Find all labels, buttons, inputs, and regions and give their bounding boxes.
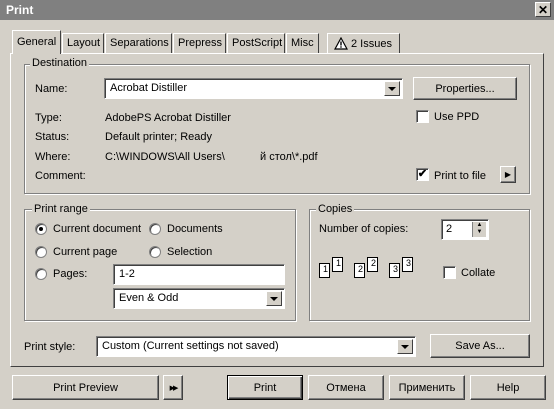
- expand-preview-button[interactable]: ▶▶: [163, 375, 183, 400]
- print-style-label: Print style:: [24, 341, 76, 353]
- chevron-down-icon[interactable]: [397, 339, 413, 354]
- printer-name-value: Acrobat Distiller: [110, 82, 188, 94]
- spinner-arrows-icon[interactable]: ▲ ▼: [472, 222, 486, 237]
- page-icon: 3: [389, 263, 400, 278]
- tab-label: Misc: [291, 37, 314, 49]
- documents-label: Documents: [167, 223, 223, 235]
- chevron-down-icon[interactable]: [266, 291, 282, 306]
- print-to-file-options-button[interactable]: ▶: [500, 166, 516, 183]
- pages-input[interactable]: 1-2: [113, 264, 285, 285]
- cancel-button[interactable]: Отмена: [308, 375, 384, 400]
- tab-general[interactable]: General: [12, 30, 61, 54]
- print-range-legend: Print range: [32, 203, 90, 215]
- print-button[interactable]: Print: [227, 375, 303, 400]
- current-document-radio[interactable]: [35, 223, 47, 235]
- print-style-value: Custom (Current settings not saved): [102, 340, 279, 352]
- page-icon: 1: [319, 263, 330, 278]
- current-page-label: Current page: [53, 246, 118, 258]
- status-value: Default printer; Ready: [105, 131, 212, 143]
- use-ppd-checkbox[interactable]: [416, 110, 429, 123]
- tab-prepress[interactable]: Prepress: [173, 33, 226, 53]
- close-icon: ✕: [537, 2, 549, 17]
- copies-spinner[interactable]: 2 ▲ ▼: [441, 219, 489, 240]
- where-value-path: C:\WINDOWS\All Users\: [105, 151, 225, 163]
- tab-label: 2 Issues: [351, 38, 392, 50]
- tab-issues[interactable]: 2 Issues: [327, 33, 400, 53]
- pages-radio[interactable]: [35, 268, 47, 280]
- close-button[interactable]: ✕: [535, 2, 551, 17]
- print-style-select[interactable]: Custom (Current settings not saved): [96, 336, 416, 357]
- page-icon: 2: [354, 263, 365, 278]
- tab-label: General: [17, 36, 57, 48]
- copies-value: 2: [446, 223, 453, 235]
- comment-label: Comment:: [35, 170, 86, 182]
- selection-radio[interactable]: [149, 246, 161, 258]
- tab-postscript[interactable]: PostScript: [227, 33, 285, 53]
- type-value: AdobePS Acrobat Distiller: [105, 112, 231, 124]
- number-of-copies-label: Number of copies:: [319, 223, 409, 235]
- status-label: Status:: [35, 131, 70, 143]
- page-icon: 3: [402, 257, 413, 272]
- pages-label: Pages:: [53, 268, 88, 280]
- collate-checkbox[interactable]: [443, 266, 456, 279]
- documents-radio[interactable]: [149, 223, 161, 235]
- collate-illustration: 1 1 2 2 3 3: [319, 257, 429, 287]
- current-page-radio[interactable]: [35, 246, 47, 258]
- window-title: Print: [6, 3, 34, 17]
- print-preview-button[interactable]: Print Preview: [12, 375, 159, 400]
- print-to-file-label: Print to file: [434, 170, 486, 182]
- use-ppd-label: Use PPD: [434, 111, 480, 123]
- warning-icon: [333, 36, 349, 50]
- arrow-right-icon: ▶: [504, 170, 512, 179]
- page-subset-select[interactable]: Even & Odd: [113, 288, 285, 309]
- chevron-down-icon[interactable]: [384, 81, 400, 96]
- print-to-file-checkbox[interactable]: ✔: [416, 168, 429, 181]
- tab-separations[interactable]: Separations: [105, 33, 172, 53]
- checkmark-icon: ✔: [417, 168, 428, 180]
- properties-button[interactable]: Properties...: [413, 77, 517, 100]
- save-as-button[interactable]: Save As...: [430, 334, 530, 358]
- double-arrow-right-icon: ▶▶: [169, 384, 179, 392]
- tab-label: Layout: [67, 37, 101, 49]
- current-document-label: Current document: [53, 223, 142, 235]
- tab-label: Prepress: [178, 37, 223, 49]
- where-label: Where:: [35, 151, 71, 163]
- tab-misc[interactable]: Misc: [286, 33, 319, 53]
- selection-label: Selection: [167, 246, 213, 258]
- apply-button[interactable]: Применить: [389, 375, 465, 400]
- help-button[interactable]: Help: [470, 375, 546, 400]
- tab-label: PostScript: [232, 37, 283, 49]
- tab-layout[interactable]: Layout: [62, 33, 104, 53]
- radio-dot: [39, 227, 43, 231]
- type-label: Type:: [35, 112, 62, 124]
- page-icon: 2: [367, 257, 378, 272]
- pages-value: 1-2: [119, 268, 135, 280]
- destination-legend: Destination: [30, 57, 90, 69]
- collate-label: Collate: [461, 267, 496, 279]
- title-bar: Print: [0, 0, 554, 20]
- printer-name-select[interactable]: Acrobat Distiller: [104, 78, 403, 99]
- page-icon: 1: [332, 257, 343, 272]
- where-value-file: й стол\*.pdf: [260, 151, 318, 163]
- tab-label: Separations: [110, 37, 169, 49]
- name-label: Name:: [35, 83, 68, 95]
- page-subset-value: Even & Odd: [119, 292, 179, 304]
- copies-legend: Copies: [316, 203, 355, 215]
